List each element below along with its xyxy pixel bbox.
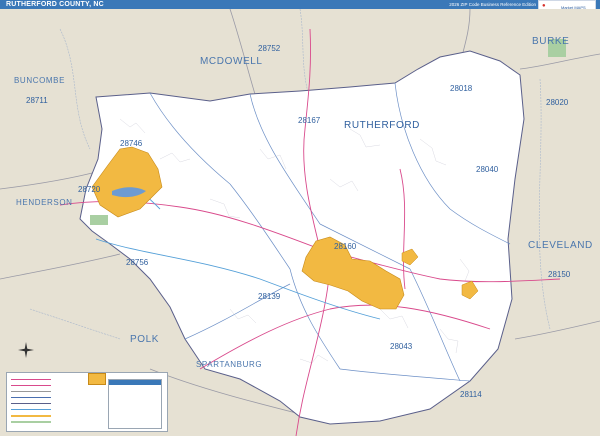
zip-label[interactable]: 28746	[120, 139, 142, 148]
zip-label[interactable]: 28756	[126, 258, 148, 267]
city-symbol-icon	[88, 373, 106, 385]
county-label-polk: POLK	[130, 334, 160, 345]
title-bar: RUTHERFORD COUNTY, NC 2026 ZIP Code Busi…	[0, 0, 600, 9]
zip-label[interactable]: 28043	[390, 342, 412, 351]
zip-label[interactable]: 28040	[476, 165, 498, 174]
zip-label[interactable]: 28711	[26, 96, 48, 105]
zip-label[interactable]: 28020	[546, 98, 568, 107]
zip-label[interactable]: 28720	[78, 185, 100, 194]
compass-rose-icon	[18, 342, 34, 358]
legend-road-line	[11, 391, 51, 392]
county-label-henderson: HENDERSON	[16, 198, 73, 207]
zip-label[interactable]: 28150	[548, 270, 570, 279]
legend-county-boundary-line	[11, 403, 51, 404]
legend-highway-line	[11, 385, 51, 386]
legend-interstate-line	[11, 379, 51, 380]
zip-index-legend	[108, 379, 162, 429]
county-label-burke: BURKE	[532, 36, 570, 47]
legend-city-area	[11, 415, 51, 417]
edition-label: 2026 ZIP Code Business Reference Edition	[449, 2, 536, 7]
legend-park-area	[11, 421, 51, 423]
map-frame: RUTHERFORD COUNTY, NC 2026 ZIP Code Busi…	[0, 0, 600, 436]
zip-label[interactable]: 28752	[258, 44, 280, 53]
county-label-cleveland: CLEVELAND	[528, 240, 593, 251]
county-label-spartanburg: SPARTANBURG	[196, 360, 263, 369]
county-label-rutherford: RUTHERFORD	[344, 120, 420, 131]
legend-zip-boundary-line	[11, 397, 51, 398]
zip-label[interactable]: 28018	[450, 84, 472, 93]
zip-index-header	[109, 380, 161, 385]
county-label-mcdowell: MCDOWELL	[200, 56, 263, 67]
county-label-buncombe: BUNCOMBE	[14, 76, 66, 85]
legend-river-line	[11, 409, 51, 410]
zip-label[interactable]: 28114	[460, 390, 482, 399]
zip-label[interactable]: 28139	[258, 292, 280, 301]
zip-label[interactable]: 28167	[298, 116, 320, 125]
zip-label[interactable]: 28160	[334, 242, 356, 251]
map-title: RUTHERFORD COUNTY, NC	[6, 1, 104, 8]
park-area	[90, 215, 108, 225]
